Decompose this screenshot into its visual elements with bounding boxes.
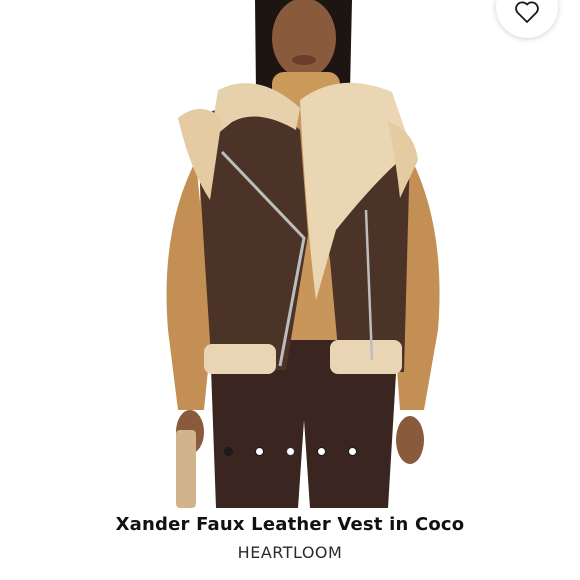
product-image (166, 0, 440, 508)
gallery-dot[interactable] (316, 447, 326, 456)
heart-outline-icon (515, 1, 539, 23)
product-photo[interactable] (0, 0, 580, 508)
gallery-pagination (0, 447, 580, 456)
gallery-dot[interactable] (285, 447, 295, 456)
gallery-dot[interactable] (223, 447, 233, 456)
product-brand[interactable]: HEARTLOOM (0, 543, 580, 562)
gallery-dot[interactable] (254, 447, 264, 456)
gallery-dot[interactable] (347, 447, 357, 456)
product-title: Xander Faux Leather Vest in Coco (115, 514, 465, 535)
